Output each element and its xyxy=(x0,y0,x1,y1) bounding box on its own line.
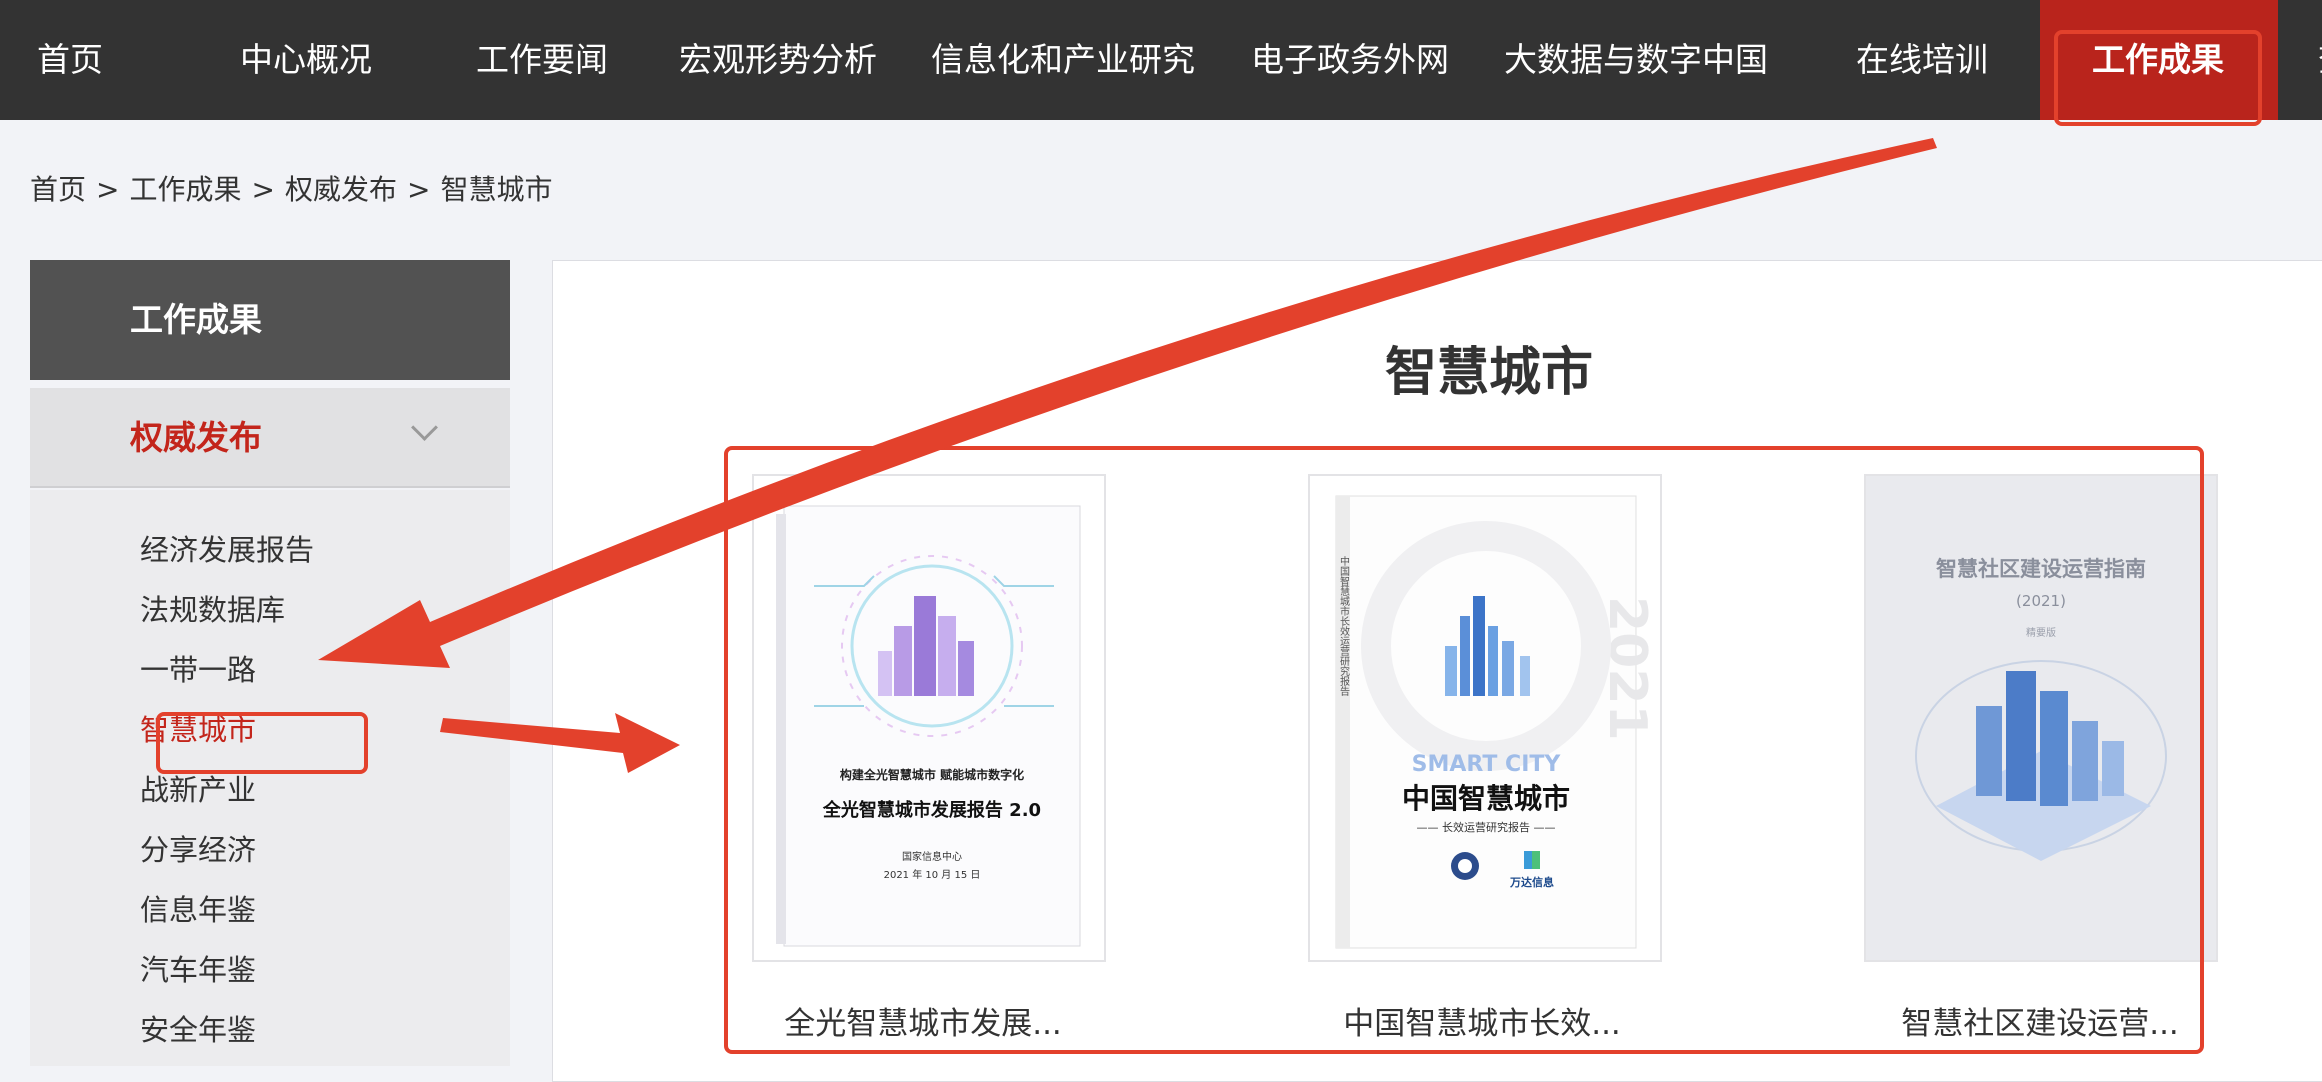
annotation-arrow-to-sidebar xyxy=(318,138,1937,668)
annotation-arrows xyxy=(318,138,1937,773)
annotation-arrow-to-reports xyxy=(440,713,680,773)
